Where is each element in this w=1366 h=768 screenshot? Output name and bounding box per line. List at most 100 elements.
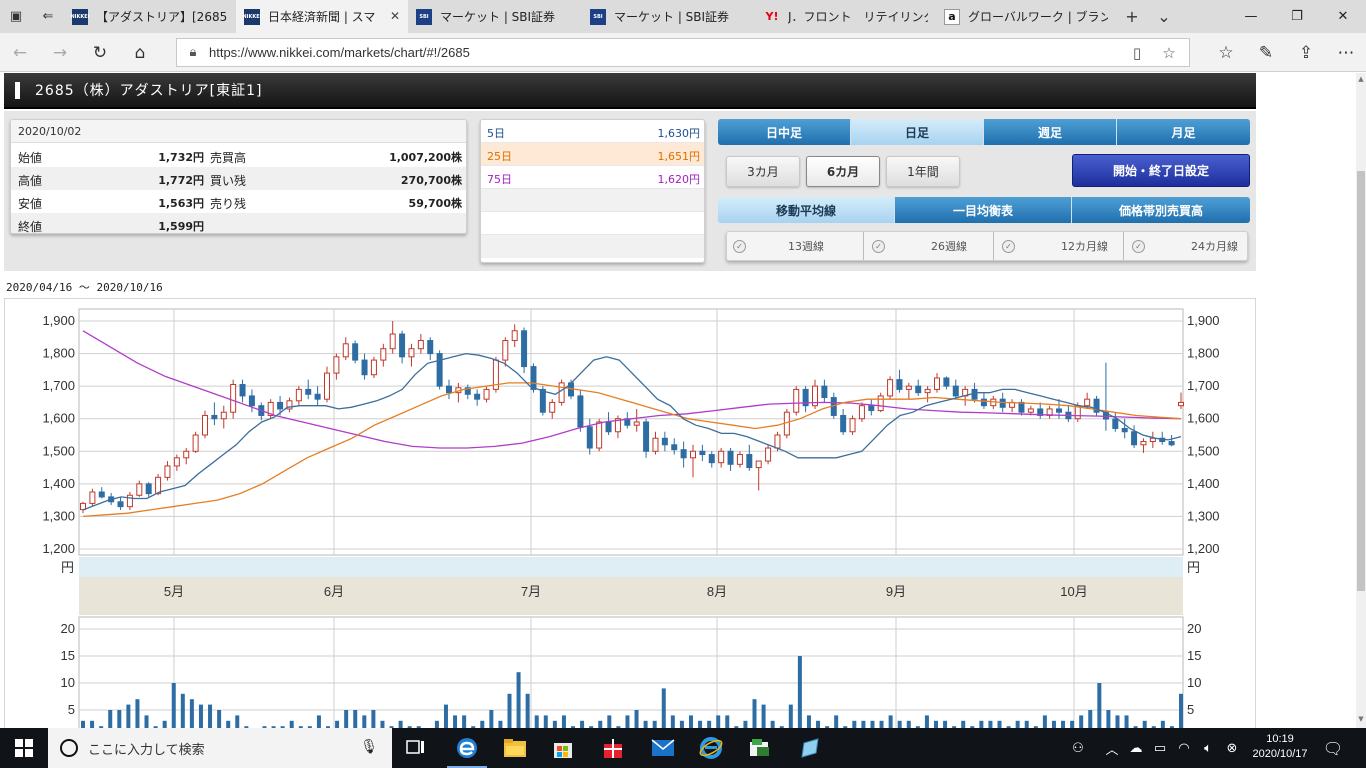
show-hidden-icons-chevron[interactable]: ︿ (1100, 728, 1124, 768)
more-menu-icon[interactable]: ⋯ (1326, 33, 1366, 72)
favorite-star-icon[interactable]: ☆ (1157, 42, 1181, 64)
browser-tab[interactable]: SBI マーケット | SBI証券 (582, 0, 756, 33)
scroll-up-icon[interactable]: ▲ (1356, 75, 1366, 83)
internet-explorer-icon[interactable] (687, 728, 735, 768)
microphone-icon[interactable]: 🎙︎ (360, 739, 378, 755)
wifi-icon[interactable]: ◠ (1172, 728, 1196, 768)
volume-bar (353, 710, 358, 728)
indicator-tab[interactable]: 一目均衡表 (895, 197, 1072, 223)
ma-option-checkbox[interactable]: ✓ 12カ月線 (993, 232, 1117, 260)
volume-bar (1042, 715, 1047, 728)
candle-body (896, 379, 903, 390)
browser-tab[interactable]: SBI マーケット | SBI証券 (408, 0, 582, 33)
browser-tab[interactable]: NIKKEI 【アダストリア】[2685]株価 (64, 0, 236, 33)
candle-body (117, 501, 124, 508)
paint-app-icon[interactable] (785, 728, 833, 768)
ma-option-checkbox[interactable]: ✓ 13週線 (733, 232, 857, 260)
ma-option-checkbox[interactable]: ✓ 26週線 (863, 232, 987, 260)
candle-body (999, 398, 1006, 408)
candle-body (427, 340, 434, 355)
volume-bar (834, 715, 839, 728)
tab-preview-chevron-icon[interactable]: ⌄ (1148, 0, 1180, 33)
store-icon[interactable] (539, 728, 587, 768)
volume-bar (707, 720, 712, 728)
scroll-down-icon[interactable]: ▼ (1356, 715, 1366, 723)
web-note-icon[interactable]: ✎ (1246, 33, 1286, 72)
browser-tab[interactable]: NIKKEI 日本経済新聞 | スマ ✕ (236, 0, 408, 33)
candle-body (370, 359, 377, 376)
volume-bar (126, 704, 131, 728)
edge-taskbar-icon[interactable] (443, 728, 491, 768)
browser-tab[interactable]: a グローバルワーク | ブランド紹 (936, 0, 1116, 33)
volume-bar (643, 720, 648, 728)
candle-body (1140, 441, 1147, 446)
period-button[interactable]: 週足 (984, 119, 1117, 145)
range-button[interactable]: 3カ月 (726, 156, 800, 187)
share-icon[interactable]: ⇪ (1286, 33, 1326, 72)
price-tick-left: 1,500 (42, 443, 75, 458)
candle-body (380, 348, 387, 361)
tab-actions-icon[interactable]: ▣ (0, 0, 32, 33)
period-button[interactable]: 日足 (851, 119, 984, 145)
browser-tab[interactable]: Y! J．フロント リテイリング (756, 0, 936, 33)
candle-body (652, 437, 659, 452)
quote-label-2: 売り残 (210, 197, 247, 211)
candle-body (558, 382, 565, 403)
range-button[interactable]: 1年間 (886, 156, 960, 187)
minimize-button[interactable]: — (1228, 0, 1274, 33)
volume-bar (1015, 720, 1020, 728)
price-tick-right: 1,600 (1187, 411, 1220, 426)
people-icon[interactable]: ⚇ (1066, 728, 1090, 768)
forward-button[interactable]: → (40, 33, 80, 72)
candle-body (352, 343, 359, 361)
volume-bar (879, 720, 884, 728)
cortana-icon (60, 739, 78, 757)
taskbar-clock[interactable]: 10:19 2020/10/17 (1246, 732, 1314, 762)
volume-bar (1097, 683, 1102, 728)
onedrive-cloud-icon[interactable]: ☁ (1124, 728, 1148, 768)
reading-view-icon[interactable]: ▯ (1125, 42, 1149, 64)
month-label: 6月 (324, 584, 344, 599)
mail-icon[interactable] (639, 728, 687, 768)
range-button[interactable]: 6カ月 (806, 156, 880, 187)
date-setting-button[interactable]: 開始・終了日設定 (1072, 154, 1250, 187)
candle-body (1178, 401, 1184, 407)
set-aside-tabs-icon[interactable]: ⇐ (32, 0, 64, 33)
refresh-button[interactable]: ↻ (80, 33, 120, 72)
month-label: 10月 (1060, 584, 1087, 599)
indicator-tab[interactable]: 移動平均線 (718, 197, 895, 223)
ma-option-checkbox[interactable]: ✓ 24カ月線 (1123, 232, 1247, 260)
restore-button[interactable]: ❐ (1274, 0, 1320, 33)
gift-app-icon[interactable] (589, 728, 637, 768)
ma-row: 25日 1,651円 (481, 143, 704, 166)
new-tab-button[interactable]: + (1116, 0, 1148, 33)
back-button[interactable]: ← (0, 33, 40, 72)
favorites-hub-icon[interactable]: ☆ (1206, 33, 1246, 72)
battery-icon[interactable]: ▭ (1148, 728, 1172, 768)
candle-body (361, 359, 368, 376)
volume-icon[interactable]: 🔈︎ (1196, 728, 1220, 768)
tab-close-icon[interactable]: ✕ (390, 9, 400, 23)
taskbar-search[interactable]: ここに入力して検索 🎙︎ (48, 728, 392, 768)
indicator-tab[interactable]: 価格帯別売買高 (1072, 197, 1250, 223)
candle-body (436, 353, 443, 387)
period-button[interactable]: 日中足 (718, 119, 851, 145)
home-button[interactable]: ⌂ (120, 33, 160, 72)
price-tick-right: 1,500 (1187, 443, 1220, 458)
close-window-button[interactable]: ✕ (1320, 0, 1366, 33)
file-explorer-icon[interactable] (491, 728, 539, 768)
page-scrollbar[interactable]: ▲ ▼ (1356, 73, 1366, 728)
candle-body (793, 388, 800, 413)
url-text: https://www.nikkei.com/markets/chart/#!/… (209, 45, 470, 60)
ma-empty-row (481, 235, 704, 258)
search-placeholder: ここに入力して検索 (88, 742, 205, 758)
candle-body (248, 395, 255, 407)
ime-disabled-icon[interactable]: ⊗ (1220, 728, 1244, 768)
action-center-icon[interactable]: 🗨︎ (1318, 728, 1348, 768)
scrollbar-thumb[interactable] (1357, 171, 1365, 591)
url-field[interactable]: 🔒︎ https://www.nikkei.com/markets/chart/… (176, 38, 1190, 67)
photo-app-icon[interactable] (736, 728, 784, 768)
task-view-icon[interactable] (392, 728, 440, 768)
period-button[interactable]: 月足 (1117, 119, 1250, 145)
start-button[interactable] (0, 728, 48, 768)
